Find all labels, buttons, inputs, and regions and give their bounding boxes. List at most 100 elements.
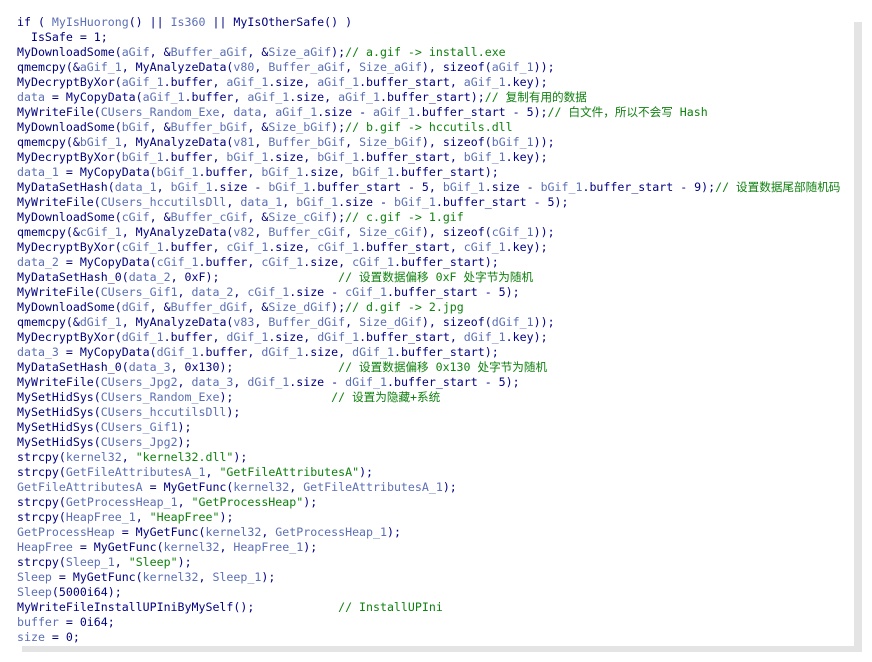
code-string-literal: "kernel32.dll" — [135, 450, 234, 464]
code-token: ); — [219, 510, 234, 524]
code-token: .buffer, — [198, 255, 262, 269]
code-variable: data_3 — [191, 375, 234, 389]
code-token: , — [345, 315, 360, 329]
code-line: MySetHidSys(CUsers_Jpg2); — [17, 435, 840, 450]
code-line: MySetHidSys(CUsers_Random_Exe); // 设置为隐藏… — [17, 390, 840, 405]
code-variable: bGif — [121, 120, 150, 134]
code-token: ), sizeof( — [421, 315, 492, 329]
code-token: , — [219, 540, 234, 554]
code-line: strcpy(GetProcessHeap_1, "GetProcessHeap… — [17, 495, 840, 510]
code-token: , — [226, 195, 241, 209]
code-variable: cGif_1 — [79, 225, 122, 239]
code-variable: GetFileAttributesA — [17, 480, 143, 494]
code-variable: cGif_1 — [226, 240, 269, 254]
code-token: .key); — [505, 150, 548, 164]
code-line: qmemcpy(&bGif_1, MyAnalyzeData(v81, Buff… — [17, 135, 840, 150]
code-token: MyDownloadSome( — [17, 210, 122, 224]
code-token: = 0; — [44, 630, 80, 644]
code-variable: dGif_1 — [156, 345, 199, 359]
code-token: MyDecryptByXor( — [17, 330, 122, 344]
code-token: , & — [247, 300, 269, 314]
code-line: HeapFree = MyGetFunc(kernel32, HeapFree_… — [17, 540, 840, 555]
code-variable: Size_dGif — [359, 315, 422, 329]
code-token: .buffer, — [198, 165, 262, 179]
code-variable: dGif_1 — [491, 315, 534, 329]
code-variable: Size_cGif — [268, 210, 332, 224]
code-token: .buffer, — [163, 150, 227, 164]
code-variable: v82 — [233, 225, 255, 239]
code-variable: Size_bGif — [359, 135, 422, 149]
code-variable: bGif_1 — [352, 165, 394, 179]
code-variable: Buffer_aGif — [170, 45, 248, 59]
code-token: , & — [149, 210, 171, 224]
code-variable: bGif_1 — [170, 180, 213, 194]
code-token: , — [233, 285, 248, 299]
code-token: , — [345, 135, 360, 149]
code-variable: GetProcessHeap_1 — [275, 525, 387, 539]
code-variable: data_2 — [17, 255, 59, 269]
code-variable: cGif_1 — [345, 285, 387, 299]
code-token: MySetHidSys( — [17, 420, 101, 434]
code-comment: // d.gif -> 2.jpg — [345, 300, 464, 314]
code-comment: // c.gif -> 1.gif — [345, 210, 464, 224]
code-token: )); — [533, 315, 555, 329]
code-token: qmemcpy(& — [17, 135, 80, 149]
code-token: ); — [331, 120, 346, 134]
code-token: ), sizeof( — [421, 60, 492, 74]
code-token: .buffer, — [184, 90, 248, 104]
code-variable: CUsers_Random_Exe — [100, 105, 220, 119]
code-token: ); — [233, 450, 248, 464]
code-token: .buffer_start - 5); — [387, 375, 520, 389]
code-variable: bGif_1 — [156, 165, 199, 179]
code-string-literal: "Sleep" — [128, 555, 178, 569]
code-variable: dGif_1 — [352, 345, 394, 359]
code-token: , — [233, 375, 248, 389]
code-variable: cGif_1 — [156, 255, 199, 269]
code-token: MyWriteFile( — [17, 105, 101, 119]
code-variable: kernel32 — [163, 540, 220, 554]
code-variable: kernel32 — [65, 450, 122, 464]
code-token: , — [289, 480, 304, 494]
code-variable: data_2 — [191, 285, 234, 299]
code-variable: aGif — [121, 45, 150, 59]
code-token: , MyAnalyzeData( — [121, 225, 234, 239]
code-token: , — [177, 375, 192, 389]
code-token: IsSafe = 1; — [17, 30, 108, 44]
code-token: if ( — [17, 15, 52, 29]
code-token: )); — [533, 60, 555, 74]
code-token: = MyCopyData( — [44, 90, 143, 104]
code-variable: bGif_1 — [540, 180, 583, 194]
code-string-literal: "HeapFree" — [149, 510, 220, 524]
code-variable: Sleep — [17, 570, 52, 584]
code-variable: Size_bGif — [268, 120, 332, 134]
code-token: .size - — [317, 105, 374, 119]
code-token: .size - — [289, 285, 346, 299]
code-variable: bGif_1 — [79, 135, 122, 149]
code-variable: HeapFree_1 — [65, 510, 136, 524]
code-token: , & — [149, 300, 171, 314]
code-variable: Size_aGif — [268, 45, 332, 59]
code-variable: data_1 — [240, 195, 283, 209]
code-variable: Buffer_dGif — [170, 300, 248, 314]
code-token: , — [345, 225, 360, 239]
code-line: MyDecryptByXor(cGif_1.buffer, cGif_1.siz… — [17, 240, 840, 255]
code-token: , — [345, 60, 360, 74]
code-variable: CUsers_hccutilsDll — [100, 195, 227, 209]
code-token: .size, — [303, 165, 353, 179]
code-variable: cGif_1 — [121, 240, 164, 254]
code-token: ), sizeof( — [421, 135, 492, 149]
code-token: MyDataSetHash_0( — [17, 270, 129, 284]
code-token: .buffer, — [163, 330, 227, 344]
code-variable: CUsers_Jpg2 — [100, 375, 178, 389]
code-token: ); — [331, 300, 346, 314]
code-token: .buffer_start - 5); — [387, 285, 520, 299]
code-token: MyIsOtherSafe() ) — [233, 15, 353, 29]
code-variable: kernel32 — [142, 570, 199, 584]
code-token: .size - — [484, 180, 541, 194]
code-token: , — [261, 525, 276, 539]
code-token: .buffer_start - 5); — [414, 105, 548, 119]
code-line: strcpy(kernel32, "kernel32.dll"); — [17, 450, 840, 465]
code-variable: GetProcessHeap_1 — [65, 495, 178, 509]
code-variable: data_1 — [17, 165, 59, 179]
code-token: strcpy( — [17, 465, 66, 479]
